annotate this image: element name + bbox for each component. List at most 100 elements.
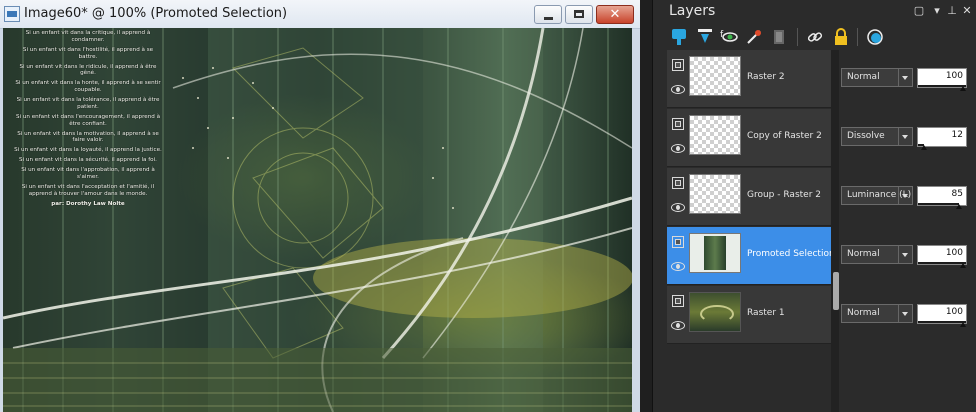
poem-stanza: Si un enfant vit dans l'hostilité, il ap…	[22, 46, 154, 60]
palette-pin-icon[interactable]: ⊥	[946, 5, 958, 17]
blend-mode-dropdown[interactable]: Normal	[841, 245, 913, 264]
eye-icon[interactable]	[671, 85, 685, 94]
image-window: Image60* @ 100% (Promoted Selection) ✕ S…	[0, 0, 640, 412]
blend-mode-dropdown[interactable]: Normal	[841, 304, 913, 323]
chevron-down-icon[interactable]	[898, 246, 912, 263]
layers-palette-header[interactable]: Layers ▢ ▾ ⊥ ✕	[653, 0, 976, 24]
opacity-knob[interactable]	[921, 145, 927, 150]
layer-name: Group - Raster 2	[747, 190, 821, 200]
close-icon: ✕	[609, 7, 621, 22]
poem-stanza: Si un enfant vit dans la sécurité, il ap…	[19, 157, 157, 164]
layer-thumbnail	[689, 174, 741, 214]
poem-stanza: Si un enfant vit dans l'encouragement, i…	[15, 113, 161, 127]
opacity-fill	[918, 262, 966, 264]
opacity-slider[interactable]: 100	[917, 304, 967, 327]
blend-mode-dropdown[interactable]: Luminance (L)	[841, 186, 913, 205]
layer-list: Raster 2 Copy of Raster 2 Group - Raster…	[667, 50, 835, 346]
poem-stanza: Si un enfant vit dans l'approbation, il …	[21, 167, 155, 181]
splitter-grip[interactable]	[833, 272, 839, 310]
maximize-icon	[574, 10, 584, 18]
opacity-slider[interactable]: 12	[917, 127, 967, 150]
minimize-icon	[544, 17, 553, 20]
layer-thumbnail	[689, 292, 741, 332]
layer-visibility-column	[667, 227, 689, 285]
opacity-slider[interactable]: 100	[917, 245, 967, 268]
opacity-knob[interactable]	[960, 263, 966, 268]
document-icon	[4, 6, 20, 22]
new-vector-layer-icon[interactable]	[695, 27, 715, 47]
palette-menu-icon[interactable]: ▾	[931, 5, 943, 17]
delete-layer-icon[interactable]	[769, 27, 789, 47]
chevron-down-icon[interactable]	[898, 305, 912, 322]
poem-stanza: Si un enfant vit dans la motivation, il …	[17, 130, 159, 144]
close-button[interactable]: ✕	[596, 5, 634, 24]
new-mask-layer-icon[interactable]: f	[719, 27, 739, 47]
toolbar-separator	[857, 28, 858, 46]
opacity-knob[interactable]	[960, 86, 966, 91]
opacity-knob[interactable]	[956, 204, 962, 209]
opacity-slider[interactable]: 100	[917, 68, 967, 91]
image-window-titlebar[interactable]: Image60* @ 100% (Promoted Selection) ✕	[0, 0, 640, 29]
new-raster-layer-icon[interactable]	[669, 27, 689, 47]
yellow-glow	[313, 238, 632, 318]
blend-mode-value: Normal	[847, 72, 880, 82]
layers-toolbar: f	[653, 24, 976, 50]
image-canvas[interactable]: Si un enfant vit dans la critique, il ap…	[3, 28, 632, 412]
opacity-slider[interactable]: 85	[917, 186, 967, 209]
layer-thumbnail	[689, 56, 741, 96]
lock-transparency-icon[interactable]	[831, 27, 851, 47]
blend-mode-dropdown[interactable]: Normal	[841, 68, 913, 87]
chevron-down-icon[interactable]	[898, 128, 912, 145]
blend-mode-dropdown[interactable]: Dissolve	[841, 127, 913, 146]
minimize-button[interactable]	[534, 5, 562, 24]
palette-splitter[interactable]	[831, 50, 839, 412]
layer-row-raster-1[interactable]: Raster 1	[667, 286, 831, 344]
poem-stanza: Si un enfant vit dans la honte, il appre…	[15, 80, 161, 94]
poem-stanza: Si un enfant vit dans l'acceptation et l…	[21, 184, 155, 198]
opacity-value: 100	[945, 307, 963, 317]
layer-type-icon	[672, 295, 684, 307]
layer-row-promoted-selection[interactable]: Promoted Selection	[667, 227, 835, 285]
link-layers-icon[interactable]	[805, 27, 825, 47]
eye-icon[interactable]	[671, 262, 685, 271]
poem-stanza: Si un enfant vit dans le ridicule, il ap…	[19, 63, 157, 77]
poem-stanza: Si un enfant vit dans la critique, il ap…	[25, 30, 151, 43]
layers-palette: Layers ▢ ▾ ⊥ ✕ f Raster 2 Copy of Raster…	[652, 0, 976, 412]
layer-visibility-column	[667, 286, 689, 344]
layer-visibility-column	[667, 50, 689, 108]
layer-type-icon	[672, 177, 684, 189]
chevron-down-icon[interactable]	[898, 187, 912, 204]
opacity-knob[interactable]	[960, 322, 966, 327]
opacity-fill	[918, 321, 966, 323]
palette-float-icon[interactable]: ▢	[913, 5, 925, 17]
poem-text-block: Si un enfant vit dans la critique, il ap…	[13, 30, 163, 208]
poem-stanza: Si un enfant vit dans la tolérance, il a…	[16, 97, 160, 110]
water-reflection	[3, 348, 632, 412]
opacity-fill	[918, 203, 959, 205]
layers-palette-title: Layers	[669, 3, 716, 19]
layer-row-raster-2[interactable]: Raster 2	[667, 50, 831, 108]
opacity-value: 12	[951, 130, 963, 140]
layer-visibility-column	[667, 109, 689, 167]
poem-signature: par: Dorothy Law Nolte	[51, 201, 125, 207]
blend-mode-value: Normal	[847, 308, 880, 318]
edit-selection-icon[interactable]	[865, 27, 885, 47]
layer-visibility-column	[667, 168, 689, 226]
layer-name: Copy of Raster 2	[747, 131, 822, 141]
layer-row-copy-of-raster-2[interactable]: Copy of Raster 2	[667, 109, 831, 167]
eye-icon[interactable]	[671, 321, 685, 330]
image-window-title: Image60* @ 100% (Promoted Selection)	[24, 6, 288, 21]
layer-name: Raster 1	[747, 308, 785, 318]
palette-close-icon[interactable]: ✕	[961, 5, 973, 17]
eye-icon[interactable]	[671, 203, 685, 212]
layer-type-icon	[672, 118, 684, 130]
maximize-button[interactable]	[565, 5, 593, 24]
opacity-value: 85	[951, 189, 963, 199]
new-adjustment-layer-icon[interactable]	[744, 27, 764, 47]
layer-thumbnail	[689, 115, 741, 155]
chevron-down-icon[interactable]	[898, 69, 912, 86]
layer-row-group-raster-2[interactable]: Group - Raster 2	[667, 168, 831, 226]
eye-icon[interactable]	[671, 144, 685, 153]
layer-name: Raster 2	[747, 72, 785, 82]
blend-mode-value: Normal	[847, 249, 880, 259]
